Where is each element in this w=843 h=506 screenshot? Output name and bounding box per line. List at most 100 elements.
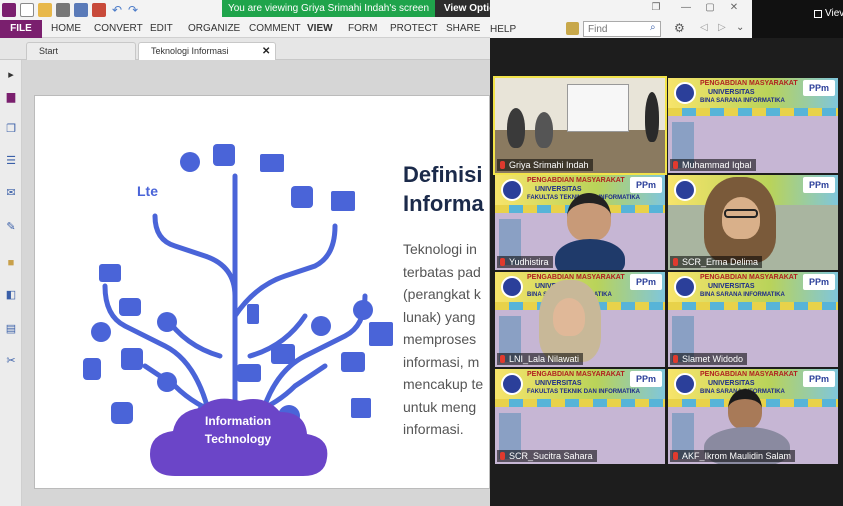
university-logo-icon [674,179,696,201]
layers-icon[interactable]: ☰ [4,154,18,168]
participant-name: Yudhistira [497,256,553,268]
ppm-logo: PPm [803,177,835,193]
participant-tile[interactable]: PENGABDIAN MASYARAKAT UNIVERSITAS FAKULTAS… [495,369,665,464]
arrow-left-icon[interactable]: ◁ [700,22,708,33]
tab-protect[interactable]: PROTECT [390,20,438,38]
university-logo-icon [501,179,523,201]
left-sidebar: ▸ ▆ ❐ ☰ ✉ ✎ ■ ◧ ▤ ✂ [0,60,22,506]
tab-convert[interactable]: CONVERT [94,20,143,38]
close-tab-icon[interactable]: ✕ [262,46,270,57]
close-icon[interactable]: ✕ [728,2,740,14]
server-icon [369,322,393,346]
participant-tile[interactable]: Griya Srimahi Indah [493,76,667,175]
participant-tile[interactable]: PENGABDIAN MASYARAKAT UNIVERSITAS FAKULTAS… [495,175,665,270]
participant-tile[interactable]: PENGABDIAN MASYARAKATUNIVERSITASBINA SAR… [668,369,838,464]
refresh-icon [311,316,331,336]
university-logo-icon [674,373,696,395]
tab-comment[interactable]: COMMENT [249,20,301,38]
security-lock-icon[interactable]: ■ [4,256,18,270]
participant-name: Slamet Widodo [670,353,748,365]
minimize-icon[interactable]: — [680,2,692,14]
print-icon[interactable] [56,3,70,17]
glasses-icon [724,209,758,218]
cloud-label: Information Technology [204,414,272,446]
university-logo-icon [674,82,696,104]
gamepad-icon [119,298,141,316]
zoom-gallery: Griya Srimahi Indah PENGABDIAN MASYARAKA… [490,38,843,506]
expand-arrow-icon[interactable]: ▸ [4,68,18,82]
fields-icon[interactable]: ▤ [4,322,18,336]
app-logo-icon [2,3,16,17]
chat-icon [180,152,200,172]
shield-icon [83,358,101,380]
maximize-icon[interactable]: ▢ [704,2,716,14]
participant-name: SCR_Erma Delima [670,256,763,268]
redo-icon[interactable]: ↷ [126,3,140,17]
person-figure [507,108,525,148]
link-icon [157,372,177,392]
tab-file[interactable]: FILE [0,20,42,38]
tab-edit[interactable]: EDIT [150,20,173,38]
bookmarks-icon[interactable]: ❐ [4,122,18,136]
save-icon[interactable] [74,3,88,17]
participant-tile[interactable]: PENGABDIAN MASYARAKATUNIVERSITASBINA SAR… [668,78,838,173]
open-icon[interactable] [38,3,52,17]
participant-face [553,298,585,336]
participant-name: LNI_Lala Nilawati [497,353,584,365]
battery-icon [247,304,259,324]
undo-icon[interactable]: ↶ [110,3,124,17]
banner-header: PENGABDIAN MASYARAKATUNIVERSITASBINA SAR… [668,78,838,108]
page-thumbnail-icon[interactable]: ▆ [4,90,18,104]
grid-icon [814,10,822,18]
image-icon [260,154,284,172]
record-icon [121,348,143,370]
video-play-icon [99,264,121,282]
zoom-view-control[interactable]: Viev [752,0,843,38]
arrow-right-icon[interactable]: ▷ [718,22,726,33]
banner-stripes [668,302,838,310]
restore-icon[interactable]: ❐ [650,2,662,14]
search-icon[interactable]: ⌕ [650,22,656,33]
participant-tile[interactable]: PENGABDIAN MASYARAKATUNIVERSITASBINA SAR… [495,272,665,367]
power-icon [157,312,177,332]
ribbon-tabs: FILE HOME CONVERT EDIT ORGANIZE COMMENT … [0,20,490,38]
ppm-logo: PPm [803,371,835,387]
university-logo-icon [674,276,696,298]
document-properties-icon[interactable]: ◧ [4,288,18,302]
banner-header: PENGABDIAN MASYARAKAT UNIVERSITAS FAKULTAS… [495,369,665,399]
gear-icon[interactable]: ⚙ [674,21,685,35]
tab-help[interactable]: HELP [490,24,516,35]
tab-share[interactable]: SHARE [446,20,480,38]
projector-screen [567,84,629,132]
chevron-down-icon[interactable]: ⌄ [736,22,744,33]
tools-icon[interactable]: ✂ [4,354,18,368]
ppm-logo: PPm [630,371,662,387]
music-icon [291,186,313,208]
lock-icon[interactable] [566,22,579,35]
tab-form[interactable]: FORM [348,20,377,38]
banner-stripes [495,399,665,407]
ppm-logo: PPm [630,177,662,193]
banner-stripes [668,108,838,116]
participant-video [567,193,611,241]
attachment-icon[interactable]: ✎ [4,220,18,234]
participant-tile[interactable]: PENGABDIAN MASYARAKATUNIVERSITASBINA SAR… [668,272,838,367]
export-icon[interactable] [92,3,106,17]
tab-view[interactable]: VIEW [307,20,333,38]
new-icon[interactable] [20,3,34,17]
users-icon [341,352,365,372]
tab-teknologi-informasi[interactable]: Teknologi Informasi [138,42,276,60]
participant-name: Griya Srimahi Indah [497,159,593,171]
person-figure [645,92,659,142]
tab-home[interactable]: HOME [51,20,81,38]
ppm-logo: PPm [803,80,835,96]
tab-start[interactable]: Start [26,42,136,60]
share-icon [213,144,235,166]
participant-name: SCR_Sucitra Sahara [497,450,597,462]
ppm-logo: PPm [630,274,662,290]
tab-organize[interactable]: ORGANIZE [188,20,240,38]
lte-icon: Lte [137,183,158,199]
comments-icon[interactable]: ✉ [4,186,18,200]
screen-share-banner: You are viewing Griya Srimahi Indah's sc… [222,0,435,17]
participant-tile[interactable]: PPm SCR_Erma Delima [668,175,838,270]
